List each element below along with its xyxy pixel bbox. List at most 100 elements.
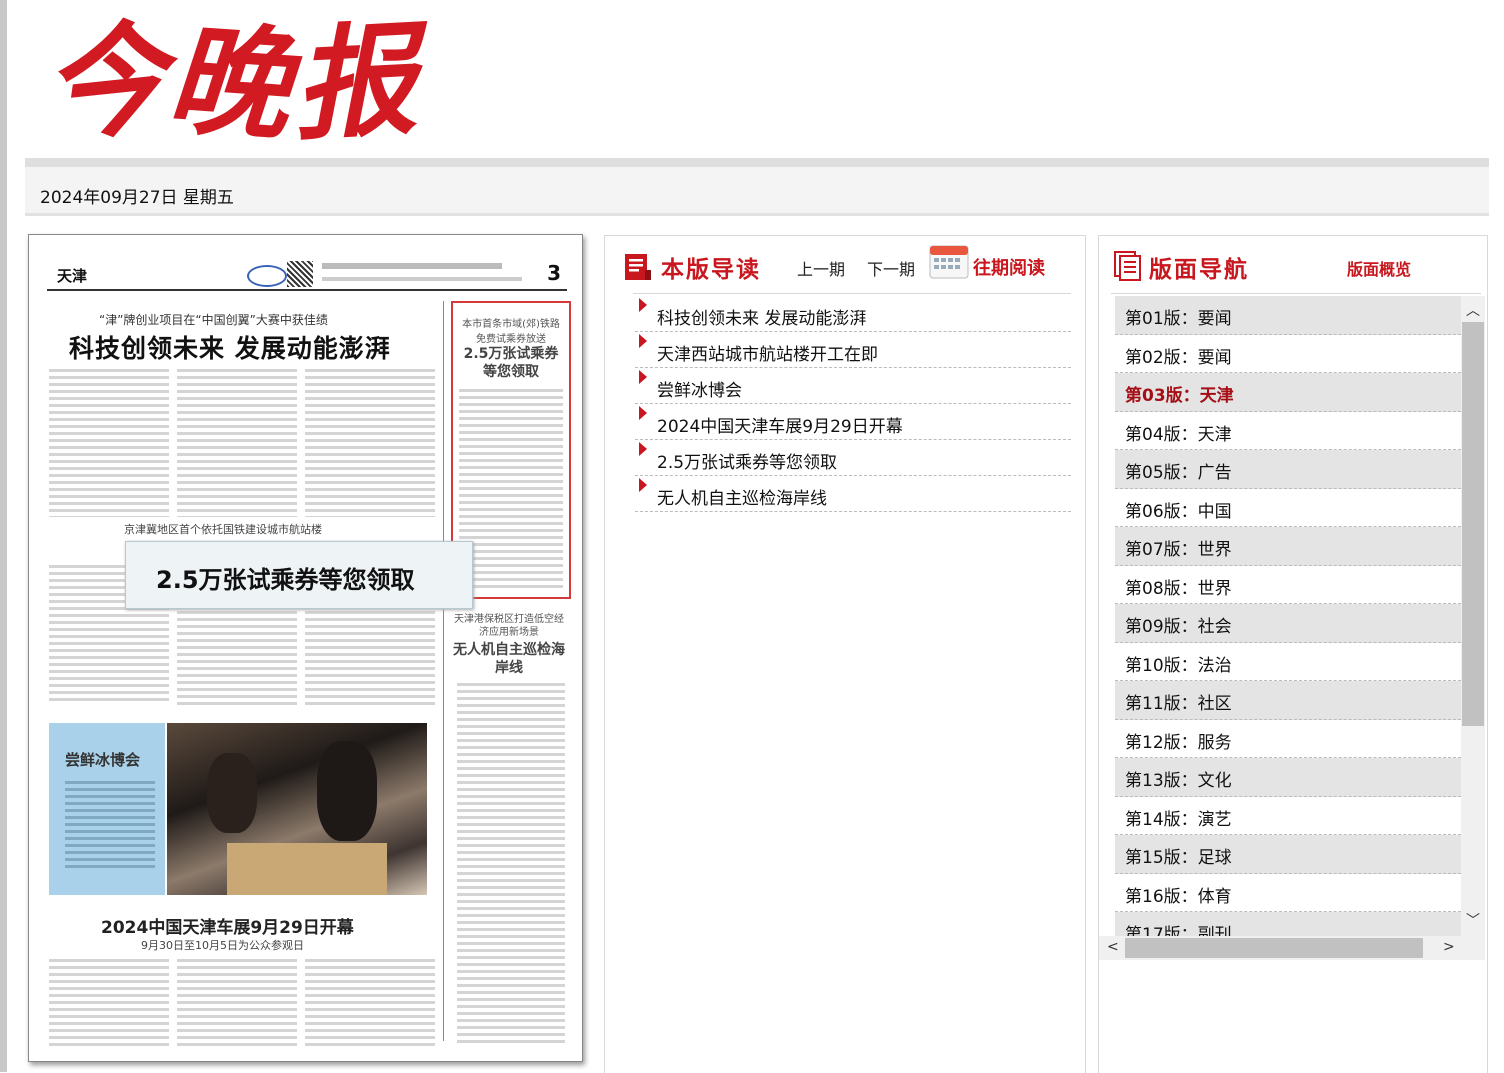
article-headline: 尝鲜冰博会 <box>65 751 141 769</box>
article-headline: 2.5万张试乘券等您领取 <box>463 346 559 380</box>
article-subhead: 天津港保税区打造低空经济应用新场景 <box>454 614 564 638</box>
page-nav-item[interactable]: 第06版：中国 <box>1115 489 1461 527</box>
article-subhead: 京津冀地区首个依托国铁建设城市航站楼 <box>124 523 322 536</box>
article-subhead: 9月30日至10月5日为公众参观日 <box>141 939 304 952</box>
header-divider <box>25 158 1489 167</box>
page-nav-label[interactable]: 第11版：社区 <box>1125 689 1232 714</box>
page-nav-title: 版面导航 <box>1149 257 1249 283</box>
page-nav-label[interactable]: 第10版：法治 <box>1125 651 1232 676</box>
page-nav-label[interactable]: 第17版：副刊 <box>1125 920 1232 936</box>
article-item[interactable]: 2024中国天津车展9月29日开幕 <box>635 404 1071 440</box>
archive-link[interactable]: 往期阅读 <box>973 254 1045 280</box>
photo-figure <box>227 843 387 895</box>
document-list-icon <box>625 254 651 280</box>
bullet-triangle-icon <box>639 334 647 348</box>
page-nav-item[interactable]: 第01版：要闻 <box>1115 296 1461 335</box>
article-link[interactable]: 2.5万张试乘券等您领取 <box>657 448 837 473</box>
page-nav-item[interactable]: 第12版：服务 <box>1115 720 1461 758</box>
page-overview-link[interactable]: 版面概览 <box>1347 256 1411 280</box>
page-nav-panel: 版面导航 版面概览 第01版：要闻 第02版：要闻 第03版：天津 第04版：天津 第0… <box>1098 235 1488 1073</box>
page-nav-item[interactable]: 第08版：世界 <box>1115 566 1461 604</box>
calendar-icon[interactable] <box>928 242 970 280</box>
left-edge-strip <box>0 0 7 1072</box>
scrollbar-corner <box>1461 936 1485 960</box>
page-nav-item[interactable]: 第03版：天津 <box>1115 373 1461 412</box>
vertical-scrollbar[interactable]: ︿ ﹀ <box>1461 296 1485 936</box>
page-nav-label[interactable]: 第13版：文化 <box>1125 766 1232 791</box>
page-preview[interactable]: 天津 3 “津”牌创业项目在“中国创翼”大赛中获佳绩 科技创领未来 发展动能澎湃… <box>28 234 583 1062</box>
page-preview-header: 天津 3 <box>47 255 567 291</box>
page-nav-item[interactable]: 第05版：广告 <box>1115 450 1461 489</box>
page-nav-label[interactable]: 第06版：中国 <box>1125 497 1232 522</box>
page-number: 3 <box>547 261 561 285</box>
next-issue-link[interactable]: 下一期 <box>867 256 915 280</box>
page-nav-item[interactable]: 第04版：天津 <box>1115 412 1461 450</box>
page-nav-label[interactable]: 第16版：体育 <box>1125 882 1232 907</box>
page-nav-item[interactable]: 第11版：社区 <box>1115 681 1461 720</box>
article-list: 科技创领未来 发展动能澎湃 天津西站城市航站楼开工在即 尝鲜冰博会 2024中国… <box>635 296 1071 512</box>
divider <box>1111 293 1481 294</box>
article-link[interactable]: 科技创领未来 发展动能澎湃 <box>657 304 866 329</box>
header-fine-print <box>322 277 522 281</box>
article-link[interactable]: 2024中国天津车展9月29日开幕 <box>657 412 903 437</box>
logo-char-1: 今 <box>36 3 180 161</box>
page-nav-item[interactable]: 第14版：演艺 <box>1115 797 1461 835</box>
page-nav-item[interactable]: 第13版：文化 <box>1115 758 1461 797</box>
page-nav-label[interactable]: 第14版：演艺 <box>1125 805 1232 830</box>
news-photo[interactable] <box>167 723 427 895</box>
logo-char-2: 晚 <box>163 5 301 159</box>
bullet-triangle-icon <box>639 370 647 384</box>
article-headline[interactable]: 科技创领未来 发展动能澎湃 <box>69 329 391 365</box>
article-body-text <box>49 369 169 517</box>
page-nav-item[interactable]: 第10版：法治 <box>1115 643 1461 681</box>
page-nav-item[interactable]: 第09版：社会 <box>1115 604 1461 643</box>
article-body-text <box>177 611 297 705</box>
column-divider <box>443 301 444 1041</box>
chevron-left-icon[interactable]: < <box>1107 939 1119 955</box>
page-nav-label[interactable]: 第12版：服务 <box>1125 728 1232 753</box>
scrollbar-thumb[interactable] <box>1462 322 1484 726</box>
page-nav-item[interactable]: 第07版：世界 <box>1115 527 1461 566</box>
page-list[interactable]: 第01版：要闻 第02版：要闻 第03版：天津 第04版：天津 第05版：广告 第06版：… <box>1115 296 1461 936</box>
previous-issue-link[interactable]: 上一期 <box>797 256 845 280</box>
article-item[interactable]: 天津西站城市航站楼开工在即 <box>635 332 1071 368</box>
chevron-right-icon[interactable]: > <box>1443 939 1455 955</box>
page-nav-label[interactable]: 第03版：天津 <box>1125 381 1234 406</box>
article-headline[interactable]: 无人机自主巡检海岸线 <box>451 641 567 677</box>
guide-panel: 本版导读 上一期 下一期 往期阅读 科技创领未来 发展动能澎湃 天津西站城市航站… <box>604 235 1086 1073</box>
pages-stack-icon <box>1114 251 1141 281</box>
article-link[interactable]: 无人机自主巡检海岸线 <box>657 484 827 509</box>
page-nav-label[interactable]: 第01版：要闻 <box>1125 304 1232 329</box>
newspaper-logo[interactable]: 今晚报 <box>37 4 464 161</box>
article-headline[interactable]: 2024中国天津车展9月29日开幕 <box>101 913 354 938</box>
chevron-down-icon[interactable]: ﹀ <box>1466 910 1480 930</box>
page-nav-label[interactable]: 第07版：世界 <box>1125 535 1232 560</box>
scrollbar-thumb[interactable] <box>1125 938 1423 958</box>
page-nav-item[interactable]: 第02版：要闻 <box>1115 335 1461 373</box>
photo-figure <box>317 741 377 841</box>
page-nav-label[interactable]: 第04版：天津 <box>1125 420 1232 445</box>
page-nav-label[interactable]: 第05版：广告 <box>1125 458 1232 483</box>
article-body-text <box>177 959 297 1047</box>
article-item[interactable]: 2.5万张试乘券等您领取 <box>635 440 1071 476</box>
horizontal-scrollbar[interactable]: < > <box>1099 936 1461 960</box>
chevron-up-icon[interactable]: ︿ <box>1466 300 1480 320</box>
article-item[interactable]: 科技创领未来 发展动能澎湃 <box>635 296 1071 332</box>
article-link[interactable]: 天津西站城市航站楼开工在即 <box>657 340 878 365</box>
page-nav-label[interactable]: 第15版：足球 <box>1125 843 1232 868</box>
page-nav-item[interactable]: 第15版：足球 <box>1115 835 1461 874</box>
article-feature-box[interactable]: 尝鲜冰博会 <box>49 723 165 895</box>
page-nav-label[interactable]: 第09版：社会 <box>1125 612 1232 637</box>
article-subhead: “津”牌创业项目在“中国创翼”大赛中获佳绩 <box>99 313 328 327</box>
page-nav-label[interactable]: 第08版：世界 <box>1125 574 1232 599</box>
bullet-triangle-icon <box>639 298 647 312</box>
article-body-text <box>305 959 435 1047</box>
article-link[interactable]: 尝鲜冰博会 <box>657 376 742 401</box>
page-nav-item[interactable]: 第16版：体育 <box>1115 874 1461 912</box>
article-item[interactable]: 尝鲜冰博会 <box>635 368 1071 404</box>
page-nav-item[interactable]: 第17版：副刊 <box>1115 912 1461 936</box>
popup-title: 2.5万张试乘券等您领取 <box>156 566 415 594</box>
article-hover-popup[interactable]: 2.5万张试乘券等您领取 <box>125 541 473 609</box>
page-nav-label[interactable]: 第02版：要闻 <box>1125 343 1232 368</box>
article-item[interactable]: 无人机自主巡检海岸线 <box>635 476 1071 512</box>
